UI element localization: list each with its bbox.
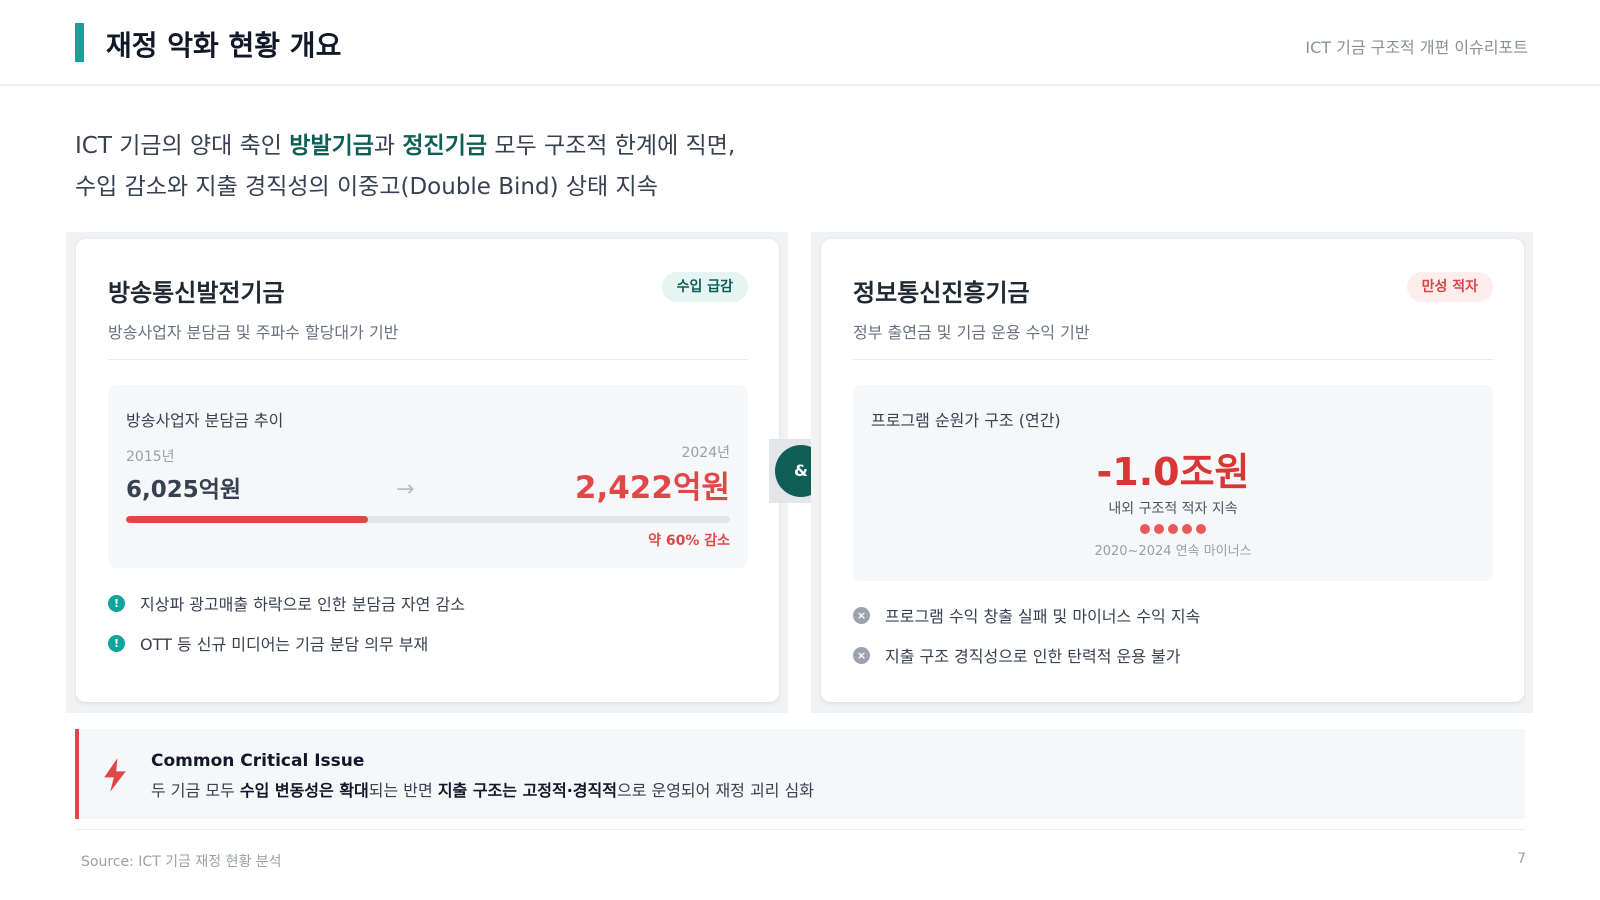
alert-icon: !: [108, 634, 125, 652]
card-subtitle: 정부 출연금 및 기금 운용 수익 기반: [853, 323, 1090, 342]
alert-icon: !: [108, 594, 125, 612]
from-year: 2015년: [126, 449, 175, 465]
progress-fill: [126, 516, 368, 523]
lead-line-2: 수입 감소와 지출 경직성의 이중고(Double Bind) 상태 지속: [75, 174, 658, 200]
header: 재정 악화 현황 개요 ICT 기금 구조적 개편 이슈리포트: [0, 0, 1600, 86]
lead-text: ICT 기금의 양대 축인 방발기금과 정진기금 모두 구조적 한계에 직면, …: [75, 126, 735, 208]
to-value: 2,422억원: [574, 470, 730, 506]
status-badge: 만성 적자: [1406, 272, 1493, 302]
card-title: 방송통신발전기금: [108, 279, 285, 307]
deficit-note: 내외 구조적 적자 지속: [1108, 501, 1238, 517]
issue-emphasis: 지출 구조는 고정적·경직적: [437, 781, 617, 800]
right-panel: 정보통신진흥기금 만성 적자 정부 출연금 및 기금 운용 수익 기반 프로그램…: [811, 232, 1533, 713]
fund-b-highlight: 정진기금: [402, 133, 488, 159]
arrow-right-icon: →: [396, 477, 415, 502]
bullet-text: 지출 구조 경직성으로 인한 탄력적 운용 불가: [885, 647, 1181, 666]
left-bullets: ! 지상파 광고매출 하락으로 인한 분담금 자연 감소 ! OTT 등 신규 …: [108, 583, 465, 663]
bullet-text: 지상파 광고매출 하락으로 인한 분담금 자연 감소: [140, 595, 465, 614]
year-dots: [853, 523, 1493, 535]
bullet-text: 프로그램 수익 창출 실패 및 마이너스 수익 지속: [885, 607, 1201, 626]
year-dot: [1182, 524, 1192, 534]
list-item: ! 지상파 광고매출 하락으로 인한 분담금 자연 감소: [108, 583, 465, 623]
x-circle-icon: ×: [853, 646, 870, 664]
list-item: × 지출 구조 경직성으로 인한 탄력적 운용 불가: [853, 635, 1200, 675]
lead-text-segment: 과: [373, 133, 403, 159]
status-badge: 수입 급감: [661, 272, 748, 302]
year-dot: [1140, 524, 1150, 534]
lead-text-segment: 모두 구조적 한계에 직면,: [487, 133, 736, 159]
issue-title: Common Critical Issue: [151, 751, 365, 771]
issue-segment: 으로 운영되어 재정 괴리 심화: [616, 781, 814, 800]
cost-structure-box: 프로그램 순원가 구조 (연간) -1.0조원 내외 구조적 적자 지속 202…: [853, 385, 1493, 581]
page-number: 7: [1517, 851, 1526, 867]
trend-title: 방송사업자 분담금 추이: [126, 411, 284, 430]
issue-segment: 되는 반면: [368, 781, 438, 800]
card-subtitle: 방송사업자 분담금 및 주파수 할당대가 기반: [108, 323, 399, 342]
footer-divider: [75, 829, 1525, 830]
lightning-icon: [104, 758, 126, 792]
ict-promotion-fund-card: 정보통신진흥기금 만성 적자 정부 출연금 및 기금 운용 수익 기반 프로그램…: [821, 239, 1524, 702]
progress-track: [126, 516, 730, 523]
title-accent-bar: [75, 23, 84, 62]
to-year: 2024년: [681, 445, 730, 461]
year-dot: [1168, 524, 1178, 534]
broadcast-fund-card: 방송통신발전기금 수입 급감 방송사업자 분담금 및 주파수 할당대가 기반 방…: [76, 239, 779, 702]
period-note: 2020~2024 연속 마이너스: [1094, 544, 1252, 559]
fund-a-highlight: 방발기금: [289, 133, 374, 159]
cost-title: 프로그램 순원가 구조 (연간): [871, 411, 1061, 430]
issue-text: 두 기금 모두 수입 변동성은 확대되는 반면 지출 구조는 고정적·경직적으로…: [151, 777, 814, 801]
lead-text-segment: ICT 기금의 양대 축인: [75, 133, 290, 159]
card-title: 정보통신진흥기금: [853, 279, 1030, 307]
issue-emphasis: 수입 변동성은 확대: [239, 781, 369, 800]
report-name: ICT 기금 구조적 개편 이슈리포트: [1305, 38, 1528, 57]
issue-segment: 두 기금 모두: [151, 781, 240, 800]
x-circle-icon: ×: [853, 606, 870, 624]
critical-issue-callout: Common Critical Issue 두 기금 모두 수입 변동성은 확대…: [75, 729, 1525, 819]
year-dot: [1154, 524, 1164, 534]
deficit-value: -1.0조원: [1096, 450, 1250, 494]
from-value: 6,025억원: [126, 477, 242, 503]
left-panel: 방송통신발전기금 수입 급감 방송사업자 분담금 및 주파수 할당대가 기반 방…: [66, 232, 788, 713]
change-note: 약 60% 감소: [648, 533, 730, 549]
contribution-trend-box: 방송사업자 분담금 추이 2015년 6,025억원 → 2024년 2,422…: [108, 385, 748, 568]
right-bullets: × 프로그램 수익 창출 실패 및 마이너스 수익 지속 × 지출 구조 경직성…: [853, 595, 1200, 675]
lead-line-1: ICT 기금의 양대 축인 방발기금과 정진기금 모두 구조적 한계에 직면,: [75, 126, 735, 167]
source-note: Source: ICT 기금 재정 현황 분석: [81, 854, 282, 870]
year-dot: [1196, 524, 1206, 534]
page-title: 재정 악화 현황 개요: [106, 29, 342, 62]
divider: [853, 359, 1493, 360]
list-item: × 프로그램 수익 창출 실패 및 마이너스 수익 지속: [853, 595, 1200, 635]
list-item: ! OTT 등 신규 미디어는 기금 분담 의무 부재: [108, 623, 465, 663]
bullet-text: OTT 등 신규 미디어는 기금 분담 의무 부재: [140, 635, 429, 654]
divider: [108, 359, 748, 360]
